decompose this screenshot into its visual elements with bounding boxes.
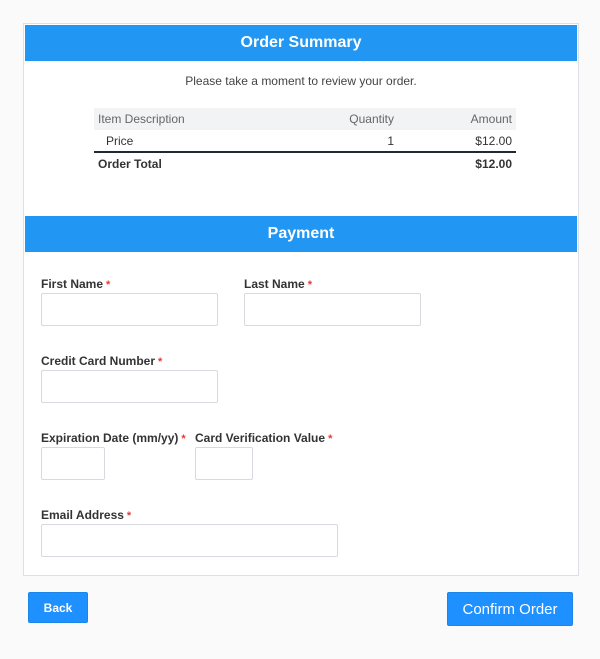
expiration-label: Expiration Date (mm/yy) * xyxy=(41,431,186,445)
required-marker: * xyxy=(307,279,312,291)
first-name-label: First Name * xyxy=(41,277,110,291)
card-number-input[interactable] xyxy=(41,370,218,403)
column-header-amount: Amount xyxy=(406,108,516,130)
order-total-label: Order Total xyxy=(94,151,286,174)
first-name-label-text: First Name xyxy=(41,277,104,291)
table-row: Price 1 $12.00 xyxy=(94,130,516,152)
item-quantity: 1 xyxy=(387,133,394,148)
checkout-panel: Order Summary Please take a moment to re… xyxy=(23,23,579,576)
email-input[interactable] xyxy=(41,524,338,557)
last-name-input[interactable] xyxy=(244,293,421,326)
email-label-text: Email Address xyxy=(41,508,124,522)
expiration-label-text: Expiration Date (mm/yy) xyxy=(41,431,179,445)
card-number-label-text: Credit Card Number xyxy=(41,354,156,368)
back-button[interactable]: Back xyxy=(28,592,88,623)
cvv-label-text: Card Verification Value xyxy=(195,431,326,445)
required-marker: * xyxy=(181,433,186,445)
email-label: Email Address * xyxy=(41,508,131,522)
card-number-label: Credit Card Number * xyxy=(41,354,162,368)
order-table: Item Description Quantity Amount Price 1… xyxy=(94,108,516,174)
cvv-label: Card Verification Value * xyxy=(195,431,332,445)
order-total-spacer xyxy=(286,151,406,174)
first-name-input[interactable] xyxy=(41,293,218,326)
column-header-quantity: Quantity xyxy=(286,108,406,130)
order-intro-text: Please take a moment to review your orde… xyxy=(185,74,417,88)
order-total-amount: $12.00 xyxy=(406,151,516,174)
item-amount: $12.00 xyxy=(475,133,512,148)
last-name-label: Last Name * xyxy=(244,277,312,291)
column-header-description: Item Description xyxy=(94,108,286,130)
order-summary-header: Order Summary xyxy=(25,25,577,61)
cvv-input[interactable] xyxy=(195,447,253,480)
order-table-header-row: Item Description Quantity Amount xyxy=(94,108,516,130)
item-description: Price xyxy=(106,133,134,148)
required-marker: * xyxy=(158,356,163,368)
confirm-order-button[interactable]: Confirm Order xyxy=(447,592,573,626)
required-marker: * xyxy=(106,279,111,291)
order-total-row: Order Total $12.00 xyxy=(94,151,516,174)
payment-header: Payment xyxy=(25,216,577,252)
last-name-label-text: Last Name xyxy=(244,277,305,291)
required-marker: * xyxy=(328,433,333,445)
expiration-input[interactable] xyxy=(41,447,105,480)
required-marker: * xyxy=(126,510,132,522)
